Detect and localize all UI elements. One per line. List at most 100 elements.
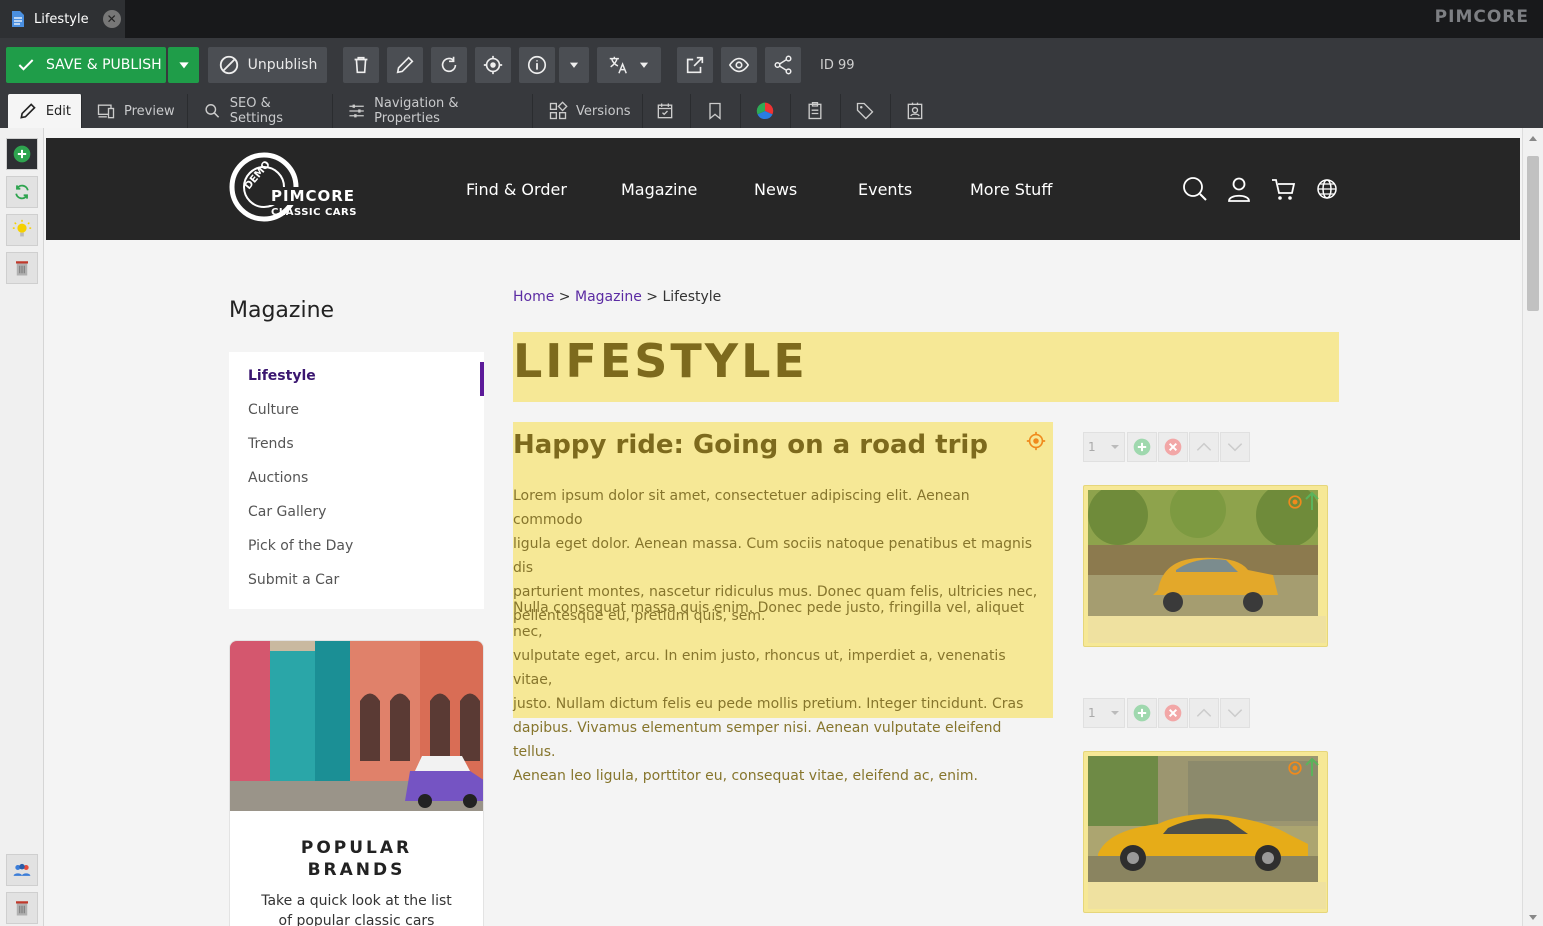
target-icon[interactable] [1285, 758, 1305, 778]
promo-title: POPULAR BRANDS [230, 837, 483, 881]
calendar-check-icon [657, 103, 673, 119]
highlight-editables-button[interactable] [6, 214, 38, 246]
block-remove-button[interactable] [1158, 698, 1188, 728]
delete-button[interactable] [343, 47, 379, 83]
sidebar-item-culture[interactable]: Culture [248, 402, 299, 418]
add-element-button[interactable] [6, 138, 38, 170]
upload-arrow-icon[interactable] [1303, 756, 1321, 778]
article-paragraph-2: Nulla consequat massa quis enim. Donec p… [513, 596, 1043, 788]
users-button[interactable] [6, 854, 38, 886]
save-options-dropdown[interactable] [168, 47, 199, 83]
block-controls: 1 [1083, 698, 1251, 730]
sidebar-item-pick-of-the-day[interactable]: Pick of the Day [248, 538, 353, 554]
scroll-down-icon[interactable] [1528, 914, 1538, 922]
tab-navigation-properties[interactable]: Navigation & Properties [337, 94, 533, 128]
user-icon[interactable] [1226, 176, 1252, 202]
image-editable-fiat[interactable] [1083, 485, 1328, 647]
share-button[interactable] [765, 47, 801, 83]
preview-button[interactable] [721, 47, 757, 83]
block-move-down-button[interactable] [1220, 432, 1250, 462]
show-in-tree-button[interactable] [475, 47, 511, 83]
ban-icon [219, 55, 238, 75]
block-amount-select[interactable]: 1 [1083, 698, 1125, 728]
sidebar-item-lifestyle[interactable]: Lifestyle [248, 368, 316, 384]
image-editable-porsche[interactable] [1083, 751, 1328, 913]
breadcrumb-separator: > [554, 289, 575, 305]
chevron-up-icon [1196, 442, 1212, 451]
document-icon [12, 11, 24, 27]
tab-tags[interactable] [845, 94, 891, 128]
reload-button[interactable] [431, 47, 467, 83]
rename-button[interactable] [387, 47, 423, 83]
tab-bookmarks[interactable] [695, 94, 741, 128]
trash-button[interactable] [6, 892, 38, 924]
tab-schedule[interactable] [645, 94, 691, 128]
info-dropdown[interactable] [559, 47, 589, 83]
open-in-new-window-button[interactable] [677, 47, 713, 83]
logo-classic-cars-text: CLASSIC CARS [271, 207, 357, 218]
block-move-up-button[interactable] [1189, 698, 1219, 728]
caret-down-icon [569, 62, 579, 68]
block-amount-value: 1 [1088, 440, 1096, 454]
nav-more-stuff[interactable]: More Stuff [970, 180, 1052, 199]
tab-preview[interactable]: Preview [86, 94, 188, 128]
save-publish-button[interactable]: SAVE & PUBLISH [6, 47, 166, 83]
block-remove-button[interactable] [1158, 432, 1188, 462]
close-tab-icon[interactable]: ✕ [102, 10, 121, 28]
target-icon[interactable] [1285, 492, 1305, 512]
clear-cache-button[interactable] [6, 252, 38, 284]
breadcrumb: Home > Magazine > Lifestyle [513, 289, 721, 305]
block-move-down-button[interactable] [1220, 698, 1250, 728]
popular-brands-card[interactable]: POPULAR BRANDS Take a quick look at the … [229, 640, 484, 926]
sidebar-item-submit-a-car[interactable]: Submit a Car [248, 572, 339, 588]
site-logo[interactable]: DEMO PIMCORE CLASSIC CARS [229, 150, 369, 224]
nav-magazine[interactable]: Magazine [621, 180, 697, 199]
block-amount-select[interactable]: 1 [1083, 432, 1125, 462]
refresh-editmode-button[interactable] [6, 176, 38, 208]
devices-icon [97, 104, 115, 119]
page-scrollbar[interactable] [1522, 128, 1543, 926]
search-icon[interactable] [1182, 176, 1208, 202]
info-button[interactable] [519, 47, 555, 83]
globe-icon[interactable] [1316, 178, 1338, 200]
sidebar-item-auctions[interactable]: Auctions [248, 470, 308, 486]
document-tab[interactable]: Lifestyle ✕ [0, 0, 125, 38]
yellow-porsche-photo [1088, 756, 1318, 882]
hero-title-editable[interactable]: LIFESTYLE [513, 332, 1339, 402]
sync-icon [15, 184, 29, 200]
tab-seo-settings[interactable]: SEO & Settings [193, 94, 333, 128]
block-add-button[interactable] [1127, 698, 1157, 728]
sidebar-item-car-gallery[interactable]: Car Gallery [248, 504, 326, 520]
caret-down-icon [639, 62, 649, 68]
unpublish-button[interactable]: Unpublish [208, 47, 327, 83]
nav-events[interactable]: Events [858, 180, 912, 199]
share-icon [774, 55, 792, 75]
plus-circle-icon [1133, 438, 1151, 456]
tab-personalization[interactable] [745, 94, 791, 128]
nav-find-order[interactable]: Find & Order [466, 180, 567, 199]
trash-icon [16, 261, 28, 276]
sidebar-item-trends[interactable]: Trends [248, 436, 294, 452]
eye-icon [728, 57, 750, 73]
block-move-up-button[interactable] [1189, 432, 1219, 462]
breadcrumb-magazine[interactable]: Magazine [575, 289, 642, 305]
image-caption [1088, 616, 1326, 643]
nav-news[interactable]: News [754, 180, 797, 199]
scroll-up-icon[interactable] [1528, 134, 1538, 142]
search-icon [205, 104, 220, 118]
tab-edit[interactable]: Edit [8, 94, 82, 128]
tab-versions[interactable]: Versions [538, 94, 643, 128]
upload-arrow-icon[interactable] [1303, 490, 1321, 512]
tab-notes[interactable] [795, 94, 841, 128]
translation-button[interactable] [597, 47, 661, 83]
tab-workflow[interactable] [895, 94, 941, 128]
article-editable[interactable]: Happy ride: Going on a road trip Lorem i… [513, 422, 1053, 784]
caret-down-icon [1111, 711, 1119, 715]
block-add-button[interactable] [1127, 432, 1157, 462]
breadcrumb-home[interactable]: Home [513, 289, 554, 305]
target-icon[interactable] [1025, 430, 1047, 452]
pencil-icon [20, 103, 36, 119]
scrollbar-thumb[interactable] [1527, 156, 1539, 311]
cart-icon[interactable] [1270, 176, 1296, 202]
chevron-down-icon [1227, 443, 1243, 452]
